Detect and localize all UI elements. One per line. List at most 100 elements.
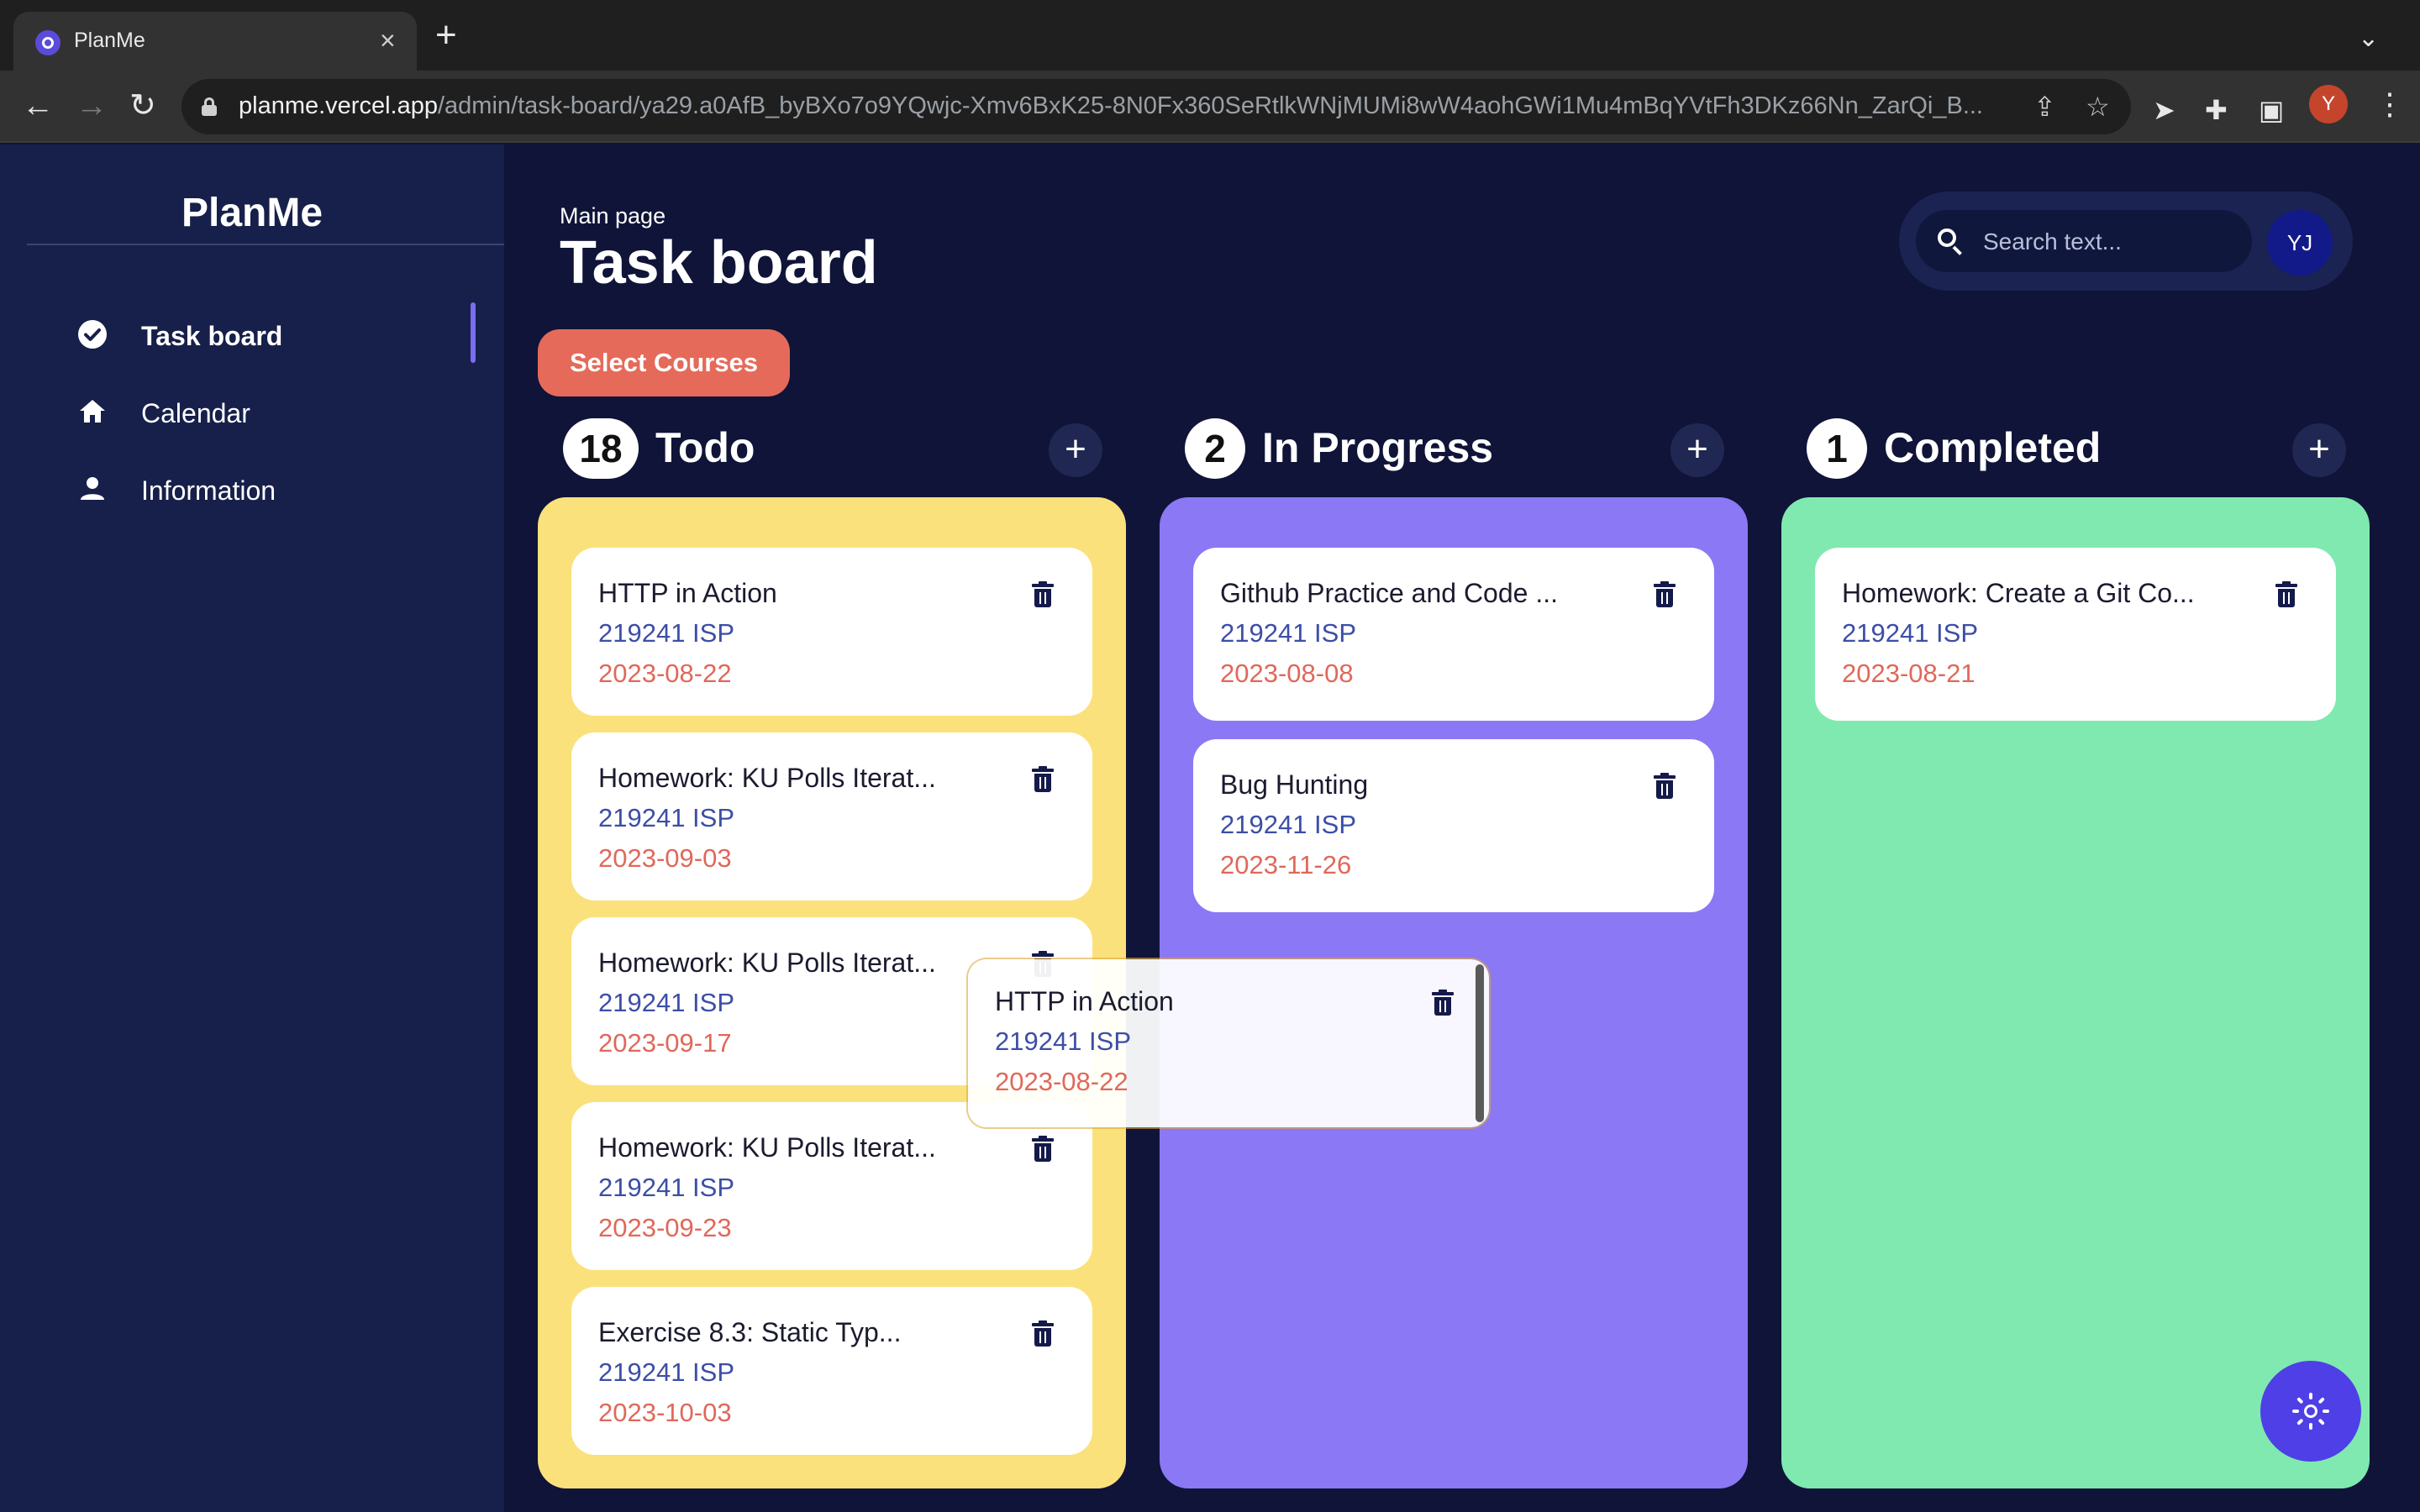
trash-icon[interactable] [1032, 1136, 1054, 1163]
scrollbar[interactable] [1476, 964, 1484, 1122]
trash-icon[interactable] [1032, 1320, 1054, 1347]
breadcrumb[interactable]: Main page [560, 203, 666, 229]
active-nav-indicator [471, 302, 476, 363]
task-card[interactable]: Homework: Create a Git Co... 219241 ISP … [1815, 548, 2336, 721]
task-course: 219241 ISP [598, 1173, 735, 1202]
url-host: planme.vercel.app [239, 92, 438, 119]
task-card[interactable]: Bug Hunting 219241 ISP 2023-11-26 [1193, 739, 1714, 912]
sidebar-item-label: Calendar [141, 398, 250, 428]
task-title: HTTP in Action [598, 578, 777, 608]
address-bar[interactable]: planme.vercel.app/admin/task-board/ya29.… [182, 79, 2131, 134]
task-course: 219241 ISP [598, 618, 735, 648]
trash-icon[interactable] [1432, 990, 1454, 1016]
add-task-button[interactable]: + [1049, 423, 1102, 477]
task-count-badge: 1 [1807, 418, 1867, 479]
trash-icon[interactable] [1032, 766, 1054, 793]
task-due-date: 2023-11-26 [1220, 850, 1352, 879]
column-header-todo: 18 Todo + [563, 412, 1102, 487]
task-course: 219241 ISP [1220, 618, 1357, 648]
planme-favicon-icon [35, 30, 60, 55]
browser-tabstrip: PlanMe × + ⌄ [0, 0, 2420, 71]
task-due-date: 2023-10-03 [598, 1398, 732, 1427]
sidebar-item-calendar[interactable]: Calendar [76, 388, 479, 438]
add-task-button[interactable]: + [1670, 423, 1724, 477]
close-tab-icon[interactable]: × [380, 24, 396, 57]
home-icon [76, 395, 109, 428]
task-title: Homework: KU Polls Iterat... [598, 948, 936, 978]
cursor-extension-icon[interactable]: ➤ [2153, 97, 2175, 123]
task-due-date: 2023-09-03 [598, 843, 732, 873]
task-title: Github Practice and Code ... [1220, 578, 1558, 608]
lock-icon[interactable] [202, 97, 217, 116]
task-card[interactable]: Homework: KU Polls Iterat... 219241 ISP … [571, 732, 1092, 900]
forward-arrow-icon[interactable]: → [76, 87, 108, 124]
add-task-button[interactable]: + [2292, 423, 2346, 477]
task-count-badge: 2 [1185, 418, 1245, 479]
profile-avatar[interactable]: Y [2309, 85, 2348, 123]
task-card[interactable]: Github Practice and Code ... 219241 ISP … [1193, 548, 1714, 721]
task-course: 219241 ISP [598, 803, 735, 832]
trash-icon[interactable] [1654, 773, 1676, 800]
url-path: /admin/task-board/ya29.a0AfB_byBXo7o9YQw… [437, 92, 1983, 119]
search-box[interactable] [1916, 210, 2252, 272]
task-due-date: 2023-08-08 [1220, 659, 1354, 688]
side-panel-icon[interactable]: ▣ [2259, 97, 2284, 123]
browser-toolbar: ← → ↻ planme.vercel.app/admin/task-board… [0, 71, 2420, 143]
browser-tab[interactable]: PlanMe × [13, 12, 417, 71]
sun-icon [2292, 1393, 2329, 1430]
sidebar-item-task-board[interactable]: Task board [76, 311, 479, 361]
back-arrow-icon[interactable]: ← [22, 87, 54, 124]
task-course: 219241 ISP [1220, 810, 1357, 839]
column-completed[interactable]: Homework: Create a Git Co... 219241 ISP … [1781, 497, 2370, 1488]
share-icon[interactable]: ⇪ [2033, 91, 2056, 123]
theme-toggle-button[interactable] [2260, 1361, 2361, 1462]
tab-search-chevron-icon[interactable]: ⌄ [2358, 24, 2379, 53]
task-card[interactable]: HTTP in Action 219241 ISP 2023-08-22 [571, 548, 1092, 716]
task-title: Homework: Create a Git Co... [1842, 578, 2195, 608]
sidebar-item-label: Task board [141, 321, 283, 351]
extensions-puzzle-icon[interactable]: ✚ [2205, 97, 2228, 123]
task-card[interactable]: Homework: KU Polls Iterat... 219241 ISP … [571, 1102, 1092, 1270]
tab-title: PlanMe [74, 29, 145, 52]
header-toolbar: YJ [1899, 192, 2353, 291]
reload-icon[interactable]: ↻ [129, 87, 156, 124]
task-title: Homework: KU Polls Iterat... [598, 763, 936, 793]
sidebar: PlanMe Task board Calendar Information [0, 144, 504, 1512]
task-due-date: 2023-09-23 [598, 1213, 732, 1242]
sidebar-item-information[interactable]: Information [76, 465, 479, 516]
user-avatar[interactable]: YJ [2267, 210, 2333, 276]
person-icon [76, 472, 109, 506]
select-courses-button[interactable]: Select Courses [538, 329, 790, 396]
task-card[interactable]: Exercise 8.3: Static Typ... 219241 ISP 2… [571, 1287, 1092, 1455]
task-due-date: 2023-09-17 [598, 1028, 732, 1058]
column-header-completed: 1 Completed + [1807, 412, 2346, 487]
column-title: Completed [1884, 424, 2102, 471]
task-title: Exercise 8.3: Static Typ... [598, 1317, 902, 1347]
trash-icon[interactable] [1654, 581, 1676, 608]
task-title: Bug Hunting [1220, 769, 1369, 800]
new-tab-button[interactable]: + [435, 17, 457, 54]
task-count-badge: 18 [563, 418, 639, 479]
trash-icon[interactable] [1032, 581, 1054, 608]
column-title: Todo [655, 424, 755, 471]
brand-logo: PlanMe [181, 191, 324, 235]
page-title: Task board [560, 229, 878, 297]
search-icon [1938, 228, 1963, 255]
task-course: 219241 ISP [1842, 618, 1979, 648]
task-due-date: 2023-08-22 [598, 659, 732, 688]
column-title: In Progress [1262, 424, 1494, 471]
task-title: Homework: KU Polls Iterat... [598, 1132, 936, 1163]
bookmark-star-icon[interactable]: ☆ [2086, 91, 2110, 123]
search-input[interactable] [1983, 225, 2235, 259]
task-course: 219241 ISP [598, 988, 735, 1017]
sidebar-item-label: Information [141, 475, 276, 506]
column-header-in-progress: 2 In Progress + [1185, 412, 1724, 487]
trash-icon[interactable] [2275, 581, 2297, 608]
url-text[interactable]: planme.vercel.app/admin/task-board/ya29.… [239, 92, 2079, 120]
divider [27, 244, 504, 245]
task-title: HTTP in Action [995, 986, 1174, 1016]
browser-menu-icon[interactable]: ⋮ [2375, 87, 2405, 121]
check-circle-icon [76, 318, 109, 351]
dragging-task-card[interactable]: HTTP in Action 219241 ISP 2023-08-22 [968, 959, 1489, 1127]
task-due-date: 2023-08-21 [1842, 659, 1975, 688]
